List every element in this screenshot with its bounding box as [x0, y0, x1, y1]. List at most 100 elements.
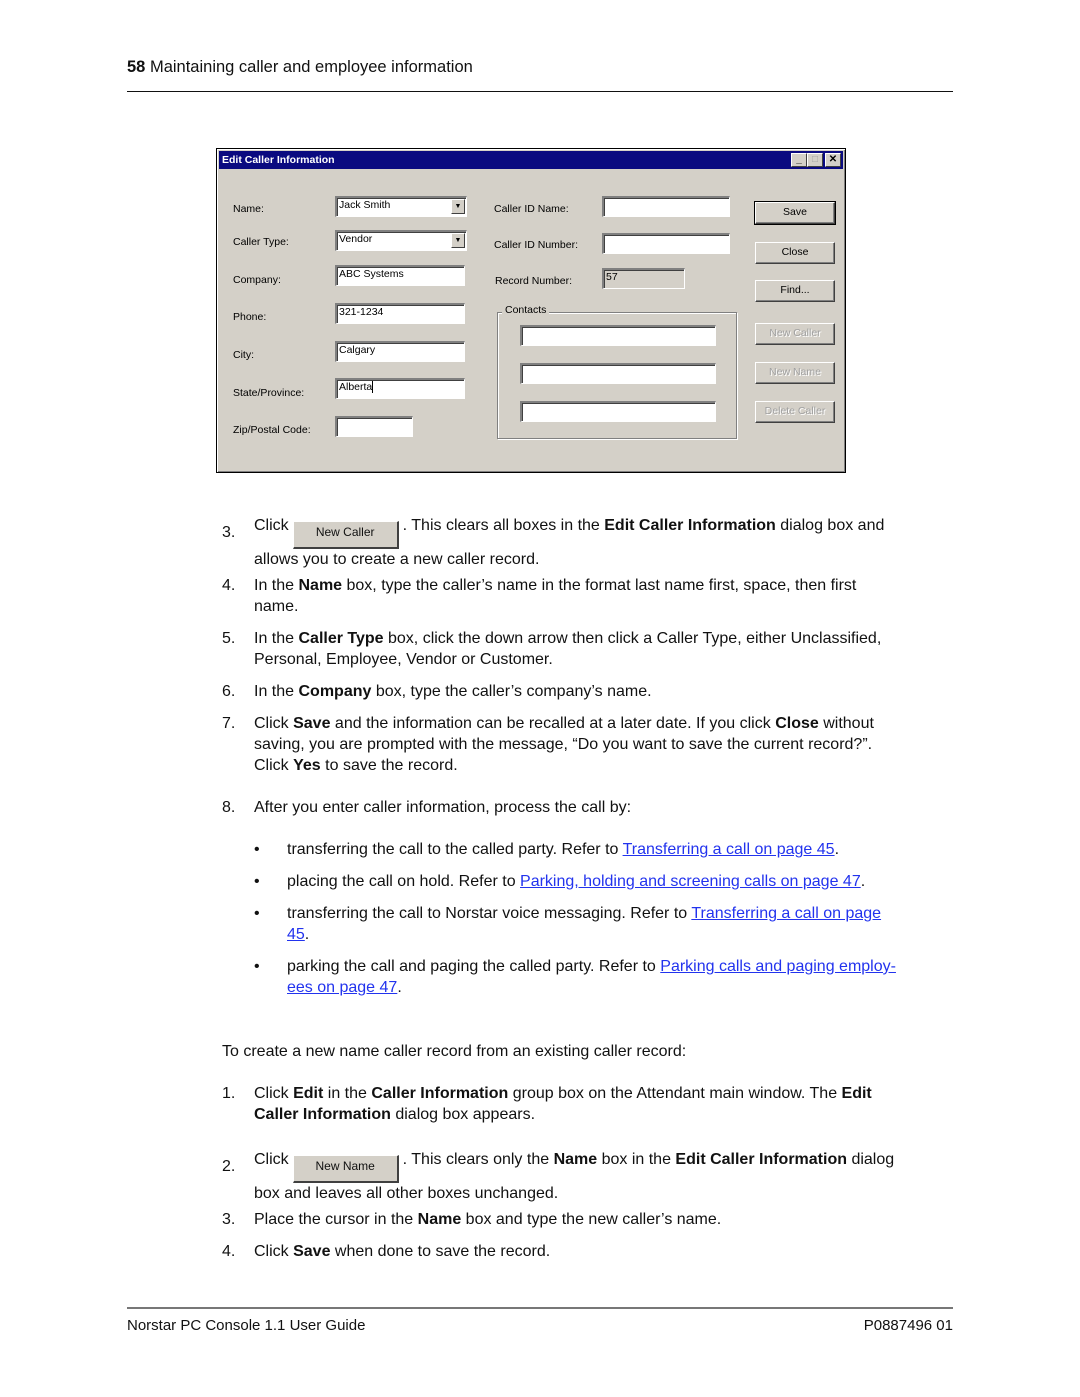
new-caller-inline-button: New Caller [292, 521, 399, 549]
footer-doc-title: Norstar PC Console 1.1 User Guide [127, 1317, 366, 1334]
new-caller-button[interactable]: New Caller [755, 323, 835, 345]
contact-input-1[interactable] [520, 325, 716, 346]
name-combobox[interactable]: Jack Smith ▼ [335, 196, 467, 217]
bullet-text: transferring the call to Norstar voice m… [287, 905, 692, 922]
step-number: 3. [222, 1211, 236, 1228]
step-number: 4. [222, 1243, 236, 1260]
phone-label: Phone: [233, 311, 267, 323]
bullet-item: transferring the call to the called part… [287, 839, 957, 860]
edit-caller-dialog: Edit Caller Information _ □ ✕ Name: Jack… [216, 148, 846, 473]
save-button[interactable]: Save [754, 201, 836, 225]
bold-term: Edit [293, 1085, 324, 1102]
dialog-title: Edit Caller Information [222, 154, 335, 166]
inline-button-label: New Name [315, 1159, 375, 1173]
delete-caller-button-label: Delete Caller [764, 405, 826, 417]
maximize-icon[interactable]: □ [807, 153, 823, 167]
step-text: box and leaves all other boxes unchanged… [254, 1185, 559, 1202]
step-text: Click [254, 715, 294, 732]
step-text: saving, you are prompted with the messag… [254, 736, 873, 753]
cross-reference-link[interactable]: Parking, holding and screening calls on … [520, 873, 861, 890]
state-label: State/Province: [233, 387, 305, 399]
bold-term: Edit [841, 1085, 872, 1102]
state-value: Alberta [339, 381, 373, 393]
find-button[interactable]: Find... [755, 280, 835, 302]
step-text: Click [254, 1243, 294, 1260]
text-cursor [372, 381, 374, 394]
caller-id-number-label: Caller ID Number: [494, 239, 579, 251]
step-text: to save the record. [320, 757, 458, 774]
bullet-icon: • [254, 873, 260, 890]
step-text: In the [254, 630, 299, 647]
name-value: Jack Smith [339, 199, 391, 211]
bullet-item: placing the call on hold. Refer to Parki… [287, 871, 957, 892]
cross-reference-link[interactable]: ees on page 47 [287, 979, 397, 996]
record-number-label: Record Number: [495, 275, 573, 287]
close-button-label: Close [781, 246, 809, 258]
close-icon[interactable]: ✕ [825, 153, 841, 167]
caller-type-combobox[interactable]: Vendor ▼ [335, 230, 467, 251]
city-label: City: [233, 349, 254, 361]
step-text: Click [254, 757, 294, 774]
bold-term: Name [553, 1151, 598, 1168]
bullet-text: . [834, 841, 840, 858]
cross-reference-link[interactable]: 45 [287, 926, 305, 943]
contacts-label: Contacts [502, 304, 550, 316]
minimize-icon[interactable]: _ [791, 153, 807, 167]
cross-reference-link[interactable]: Transferring a call on page 45 [623, 841, 835, 858]
bold-term: Close [775, 715, 819, 732]
caller-id-name-input[interactable] [602, 196, 730, 217]
zip-label: Zip/Postal Code: [233, 424, 311, 436]
zip-input[interactable] [335, 416, 413, 437]
step-4-text: In the Name box, type the caller’s name … [254, 575, 954, 617]
step-number: 3. [222, 524, 236, 541]
bullet-icon: • [254, 841, 260, 858]
page-number: 58 [127, 58, 146, 76]
step-b4-text: Click Save when done to save the record. [254, 1241, 954, 1262]
bullet-text: . [397, 979, 402, 996]
bold-term: Edit Caller Information [604, 517, 776, 534]
new-name-button[interactable]: New Name [755, 362, 835, 384]
record-number-field: 57 [602, 268, 685, 289]
phone-input[interactable]: 321-1234 [335, 303, 465, 324]
state-input[interactable]: Alberta [335, 378, 465, 399]
step-text: allows you to create a new caller record… [254, 551, 540, 568]
step-8-text: After you enter caller information, proc… [254, 799, 632, 816]
step-text: dialog box appears. [390, 1106, 536, 1123]
step-text: Place the cursor in the [254, 1211, 418, 1228]
bullet-text: . [304, 926, 310, 943]
cross-reference-link[interactable]: Parking calls and paging employ- [660, 958, 896, 975]
bullet-icon: • [254, 905, 260, 922]
step-b3-text: Place the cursor in the Name box and typ… [254, 1209, 954, 1230]
step-text: Click [254, 1085, 294, 1102]
dialog-titlebar: Edit Caller Information _ □ ✕ [219, 151, 843, 169]
caller-type-value: Vendor [339, 233, 373, 245]
new-name-button-label: New Name [769, 366, 821, 378]
bold-term: Caller Information [254, 1106, 391, 1123]
step-text: In the [254, 683, 299, 700]
company-input[interactable]: ABC Systems [335, 265, 465, 286]
city-input[interactable]: Calgary [335, 341, 465, 362]
close-button[interactable]: Close [755, 242, 835, 264]
bullet-text: . [860, 873, 866, 890]
chevron-down-icon[interactable]: ▼ [451, 199, 465, 214]
contact-input-3[interactable] [520, 401, 716, 422]
bold-term: Save [293, 715, 331, 732]
bullet-text: placing the call on hold. Refer to [287, 873, 521, 890]
step-number: 7. [222, 715, 236, 732]
caller-id-number-input[interactable] [602, 233, 730, 254]
delete-caller-button[interactable]: Delete Caller [755, 401, 835, 423]
find-button-label: Find... [780, 284, 810, 296]
step-text: box in the [597, 1151, 676, 1168]
step-number: 5. [222, 630, 236, 647]
step-text: group box on the Attendant main window. … [508, 1085, 842, 1102]
step-b1-text: Click Edit in the Caller Information gro… [254, 1083, 964, 1125]
step-text: dialog box and [775, 517, 885, 534]
step-number: 6. [222, 683, 236, 700]
bold-term: Save [293, 1243, 331, 1260]
contact-input-2[interactable] [520, 363, 716, 384]
bold-term: Caller Information [371, 1085, 509, 1102]
chevron-down-icon[interactable]: ▼ [451, 233, 465, 248]
cross-reference-link[interactable]: Transferring a call on page [691, 905, 881, 922]
bold-term: Company [298, 683, 372, 700]
step-text: and the information can be recalled at a… [330, 715, 776, 732]
